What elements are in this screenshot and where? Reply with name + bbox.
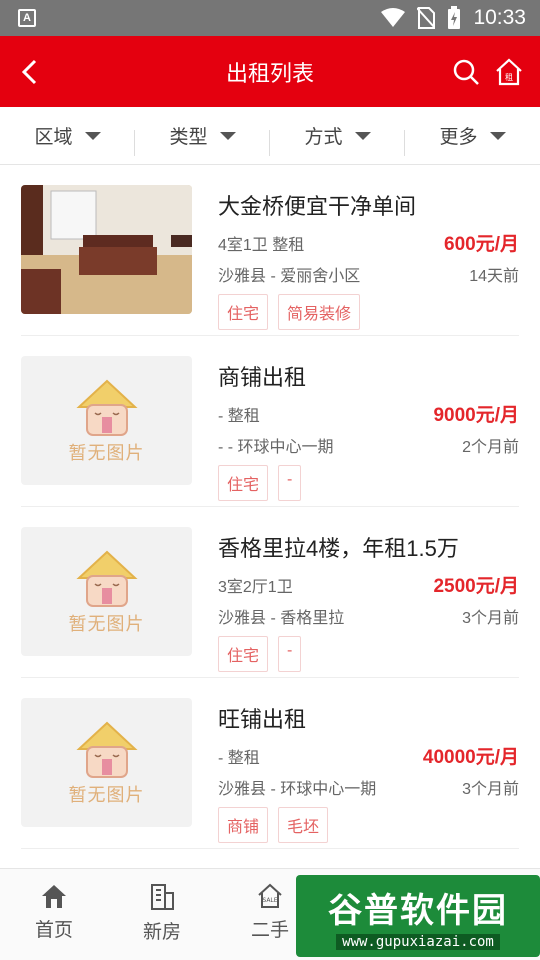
- listing-location: 沙雅县 - 爱丽舍小区: [218, 268, 361, 285]
- sale-house-icon: SALE: [258, 883, 282, 908]
- no-image-text: 暂无图片: [68, 442, 145, 463]
- caret-down-icon: [489, 131, 506, 140]
- listing-tag: 住宅: [218, 636, 269, 672]
- battery-charging-icon: [448, 6, 461, 29]
- listing-tag: 住宅: [218, 294, 269, 330]
- listing-meta: - 整租: [218, 408, 260, 425]
- listing-price: 40000元/月: [422, 747, 519, 768]
- no-image-text: 暂无图片: [68, 784, 145, 805]
- watermark-url: www.gupuxiazai.com: [336, 933, 500, 950]
- list-item[interactable]: 大金桥便宜干净单间 4室1卫 整租 600元/月 沙雅县 - 爱丽舍小区 14天…: [21, 165, 519, 336]
- listing-title: 旺铺出租: [218, 707, 307, 732]
- no-image-text: 暂无图片: [68, 613, 145, 634]
- listing-title: 香格里拉4楼，年租1.5万: [218, 536, 459, 561]
- home-icon: [42, 885, 66, 908]
- listing-tag: -: [278, 465, 302, 501]
- caret-down-icon: [84, 131, 101, 140]
- list-item[interactable]: 暂无图片 商铺出租 - 整租 9000元/月 - - 环球中心一期 2个月前 住…: [21, 336, 519, 507]
- listing-tag: 简易装修: [278, 294, 361, 330]
- listing-tag: 毛坯: [278, 807, 329, 843]
- listing-time: 14天前: [469, 268, 519, 285]
- wifi-icon: [381, 8, 406, 27]
- filter-area[interactable]: 区域: [0, 122, 135, 156]
- listing-location: 沙雅县 - 香格里拉: [218, 610, 345, 627]
- status-bar: A 10:33: [0, 0, 540, 36]
- filter-type[interactable]: 类型: [135, 122, 270, 156]
- no-image-placeholder: 暂无图片: [21, 356, 192, 485]
- listing-tag: -: [278, 636, 302, 672]
- status-time: 10:33: [473, 6, 526, 29]
- app-header: 出租列表 租: [0, 36, 540, 107]
- notification-a-icon: A: [18, 9, 36, 27]
- listing-meta: - 整租: [218, 750, 260, 767]
- listing-photo: [21, 185, 192, 314]
- listing-meta: 3室2厅1卫: [218, 579, 293, 596]
- building-icon: [151, 884, 174, 910]
- listing-title: 商铺出租: [218, 365, 307, 390]
- no-image-placeholder: 暂无图片: [21, 527, 192, 656]
- filter-more[interactable]: 更多: [405, 122, 540, 149]
- house-placeholder-icon: [75, 379, 138, 436]
- listing-location: 沙雅县 - 环球中心一期: [218, 781, 377, 798]
- house-placeholder-icon: [75, 721, 138, 778]
- watermark-brand: 谷普软件园: [328, 891, 508, 930]
- listing-tag: 商铺: [218, 807, 269, 843]
- listing-tag: 住宅: [218, 465, 269, 501]
- filter-bar: 区域 类型 方式 更多: [0, 107, 540, 165]
- listing-time: 3个月前: [462, 781, 519, 798]
- listing-meta: 4室1卫 整租: [218, 237, 305, 254]
- house-placeholder-icon: [75, 550, 138, 607]
- watermark-logo: 谷普软件园 www.gupuxiazai.com: [296, 875, 540, 957]
- listing-time: 3个月前: [462, 610, 519, 627]
- filter-mode[interactable]: 方式: [270, 122, 405, 156]
- list-item[interactable]: 暂无图片 香格里拉4楼，年租1.5万 3室2厅1卫 2500元/月 沙雅县 - …: [21, 507, 519, 678]
- listing-location: - - 环球中心一期: [218, 439, 334, 456]
- caret-down-icon: [219, 131, 236, 140]
- listing-title: 大金桥便宜干净单间: [218, 194, 417, 219]
- tab-new-house[interactable]: 新房: [108, 869, 216, 960]
- listing-price: 2500元/月: [433, 576, 519, 597]
- listing-time: 2个月前: [462, 439, 519, 456]
- svg-text:租: 租: [505, 73, 513, 82]
- no-image-placeholder: 暂无图片: [21, 698, 192, 827]
- listing-list: 大金桥便宜干净单间 4室1卫 整租 600元/月 沙雅县 - 爱丽舍小区 14天…: [0, 165, 540, 849]
- listing-price: 9000元/月: [433, 405, 519, 426]
- tab-home[interactable]: 首页: [0, 869, 108, 960]
- back-arrow-icon[interactable]: [20, 58, 40, 86]
- caret-down-icon: [354, 131, 371, 140]
- svg-text:SALE: SALE: [262, 897, 277, 904]
- no-sim-icon: [417, 7, 436, 29]
- search-icon[interactable]: [452, 58, 480, 86]
- listing-price: 600元/月: [444, 234, 519, 255]
- rent-home-icon[interactable]: 租: [494, 57, 524, 87]
- list-item[interactable]: 暂无图片 旺铺出租 - 整租 40000元/月 沙雅县 - 环球中心一期 3个月…: [21, 678, 519, 849]
